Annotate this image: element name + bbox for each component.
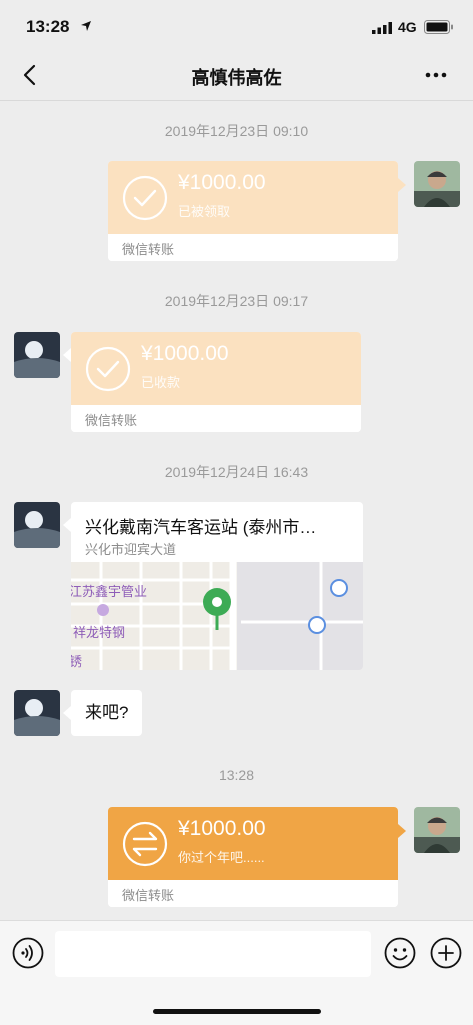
transfer-footer: 微信转账 [122, 242, 175, 257]
plus-icon[interactable] [430, 937, 462, 969]
map-label: 祥龙特钢 [73, 625, 125, 640]
timestamp: 2019年12月24日 16:43 [164, 464, 309, 480]
transfer-card-received[interactable]: ¥1000.00 已收款 微信转账 [71, 332, 361, 432]
map-label: 锈 [71, 654, 82, 669]
chat-title: 高慎伟高佐 [191, 68, 282, 88]
home-indicator[interactable] [153, 1009, 321, 1014]
timestamp: 13:28 [218, 767, 255, 783]
transfer-card-pending[interactable]: ¥1000.00 你过个年吧...... 微信转账 [108, 807, 398, 907]
location-card[interactable]: 兴化戴南汽车客运站 (泰州市… 兴化市迎宾大道 江苏鑫宇管业 祥龙特钢 锈 [71, 502, 363, 670]
avatar-contact[interactable] [14, 502, 60, 548]
bubble-tail [63, 706, 71, 720]
check-circle-icon [85, 346, 131, 392]
voice-icon[interactable] [12, 937, 44, 969]
transfer-amount: ¥1000.00 [178, 171, 266, 194]
avatar-self[interactable] [414, 161, 460, 207]
emoji-icon[interactable] [384, 937, 416, 969]
nav-divider [0, 100, 473, 101]
map-label: 江苏鑫宇管业 [71, 584, 147, 599]
bubble-tail [63, 348, 71, 362]
network-label: 4G [398, 19, 417, 35]
location-arrow-icon [81, 21, 91, 31]
bubble-tail [398, 824, 406, 838]
text-message[interactable]: 来吧? [71, 690, 143, 736]
status-time: 13:28 [26, 17, 70, 36]
timestamp: 2019年12月23日 09:10 [164, 123, 309, 139]
more-dots-icon[interactable] [420, 62, 452, 88]
timestamp: 2019年12月23日 09:17 [164, 293, 309, 309]
transfer-arrows-icon [122, 821, 168, 867]
message-input[interactable] [55, 931, 371, 977]
transfer-status: 已收款 [141, 375, 181, 390]
location-address: 兴化市迎宾大道 [85, 542, 177, 557]
check-circle-icon [122, 175, 168, 221]
location-title: 兴化戴南汽车客运站 (泰州市… [85, 518, 317, 537]
status-bar: 13:28 4G [0, 0, 473, 50]
location-map: 江苏鑫宇管业 祥龙特钢 锈 [71, 562, 363, 670]
avatar-self[interactable] [414, 807, 460, 853]
bubble-tail [63, 518, 71, 532]
avatar-contact[interactable] [14, 690, 60, 736]
transfer-amount: ¥1000.00 [141, 342, 229, 365]
transfer-status: 已被领取 [178, 204, 231, 219]
transfer-footer: 微信转账 [122, 888, 175, 903]
bubble-tail [398, 178, 406, 192]
avatar-contact[interactable] [14, 332, 60, 378]
transfer-amount: ¥1000.00 [178, 817, 266, 840]
battery-icon [424, 20, 453, 34]
transfer-footer: 微信转账 [85, 413, 138, 428]
nav-bar: 高慎伟高佐 [0, 50, 473, 100]
input-bar [0, 920, 473, 1025]
transfer-card-sent-claimed[interactable]: ¥1000.00 已被领取 微信转账 [108, 161, 398, 261]
signal-icon [372, 22, 392, 34]
transfer-note: 你过个年吧...... [178, 850, 265, 865]
